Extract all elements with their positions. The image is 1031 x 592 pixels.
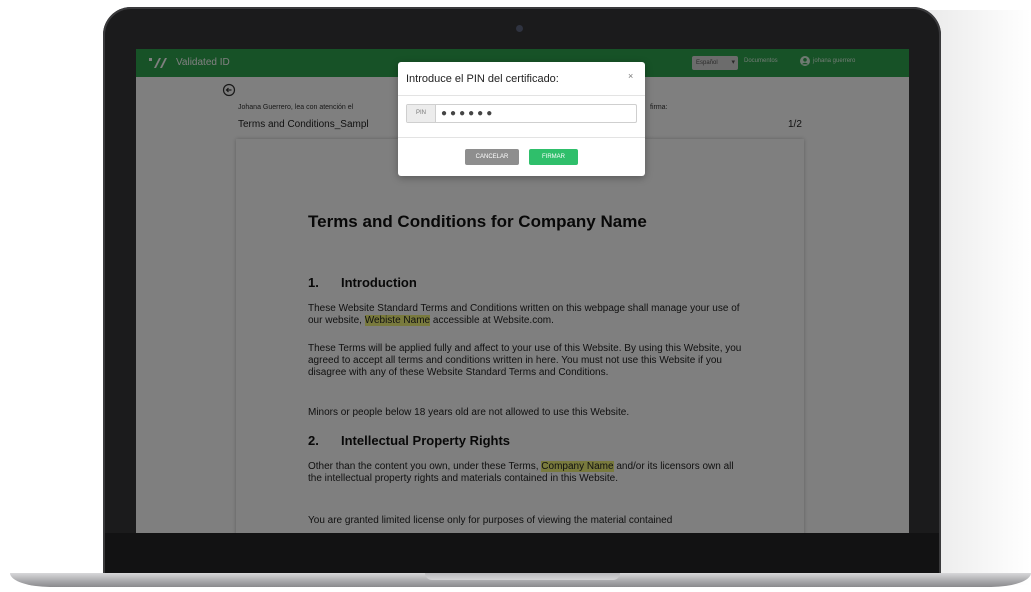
dialog-title: Introduce el PIN del certificado: bbox=[406, 73, 559, 85]
pin-field: PIN bbox=[406, 104, 637, 123]
app-screen: Validated ID Español ▾ Documentos johana… bbox=[136, 49, 909, 533]
divider bbox=[398, 95, 645, 96]
close-icon[interactable]: × bbox=[628, 71, 633, 81]
pin-label: PIN bbox=[407, 105, 436, 122]
pin-dialog: Introduce el PIN del certificado: × PIN … bbox=[398, 62, 645, 176]
laptop-notch bbox=[425, 573, 620, 580]
camera-icon bbox=[516, 25, 523, 32]
divider bbox=[398, 137, 645, 138]
pin-input[interactable] bbox=[441, 106, 631, 121]
sign-button[interactable]: FIRMAR bbox=[529, 149, 578, 165]
laptop-bezel bbox=[105, 533, 939, 573]
cancel-button[interactable]: CANCELAR bbox=[465, 149, 519, 165]
